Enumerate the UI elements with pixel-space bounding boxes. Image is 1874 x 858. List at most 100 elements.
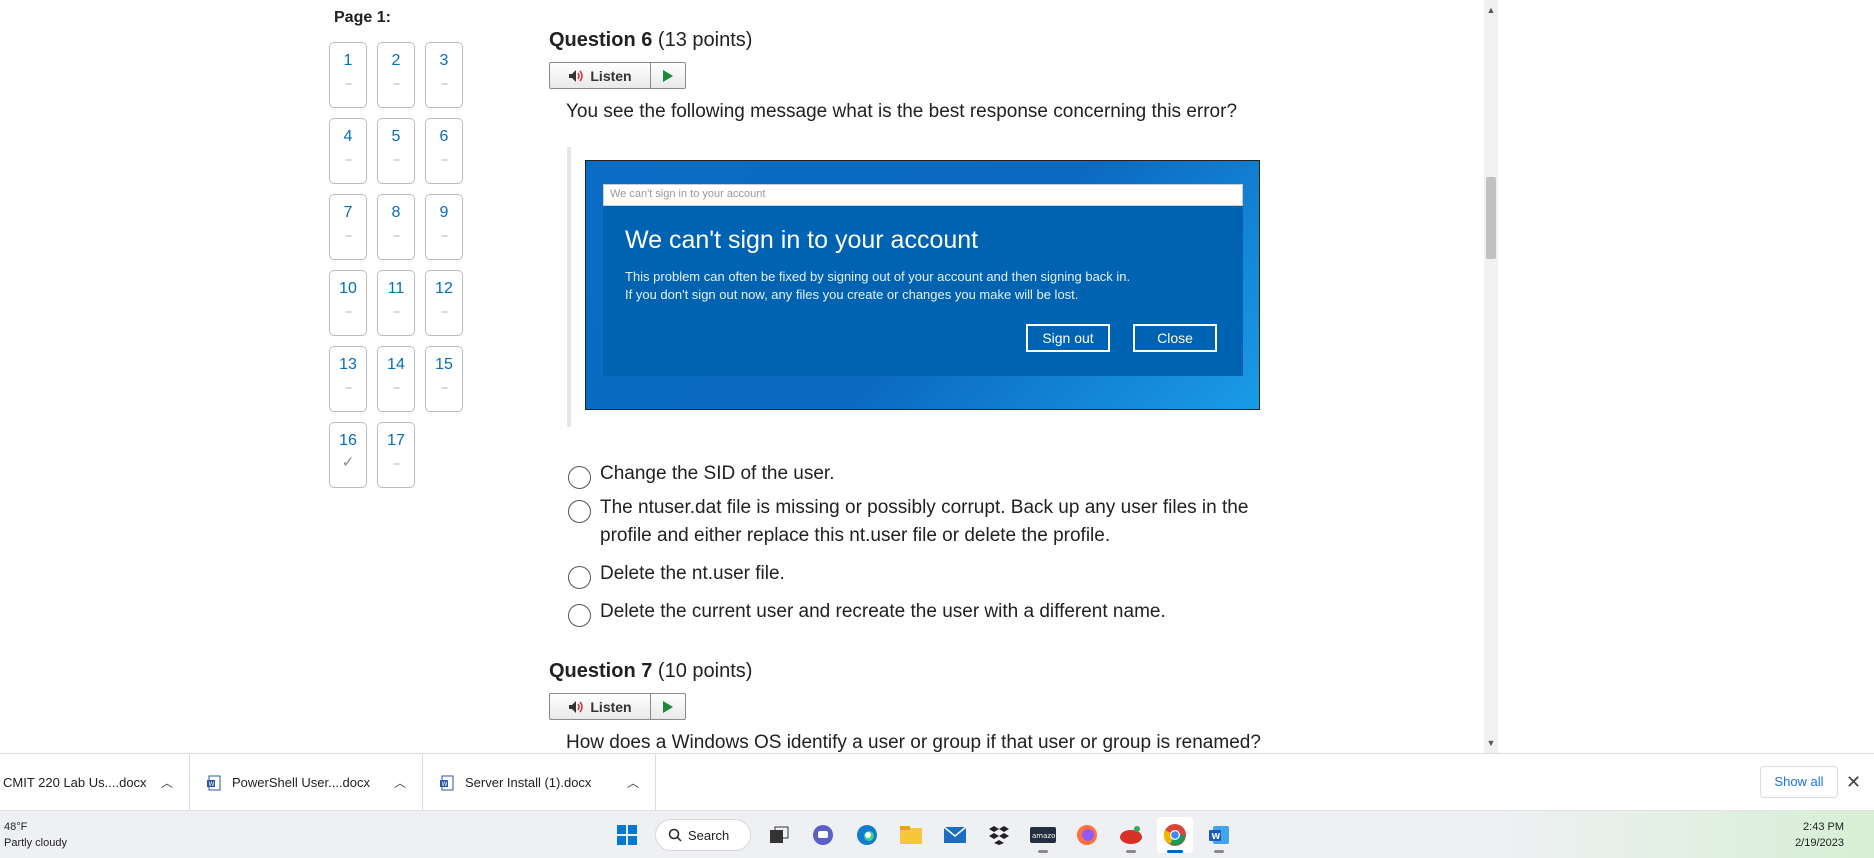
question-nav-item[interactable]: 17 --	[377, 422, 415, 488]
question-nav-item[interactable]: 6 --	[425, 118, 463, 184]
vertical-scrollbar[interactable]: ▲ ▼	[1484, 0, 1498, 753]
chevron-up-icon[interactable]: ︿	[394, 774, 406, 791]
word-doc-icon: W	[439, 775, 455, 791]
answer-radio[interactable]	[568, 566, 591, 589]
question-nav-item[interactable]: 4 --	[329, 118, 367, 184]
amazon-icon[interactable]: amazon	[1025, 817, 1061, 853]
question-nav-item[interactable]: 12 --	[425, 270, 463, 336]
question-nav-status: --	[345, 152, 352, 166]
listen-button[interactable]: Listen	[550, 694, 651, 719]
answer-option-text: Delete the nt.user file.	[600, 563, 785, 584]
listen-label: Listen	[590, 698, 632, 715]
question-nav-item[interactable]: 11 --	[377, 270, 415, 336]
question-nav-item[interactable]: 5 --	[377, 118, 415, 184]
close-icon[interactable]: ✕	[1846, 772, 1861, 793]
download-item-3[interactable]: W Server Install (1).docx ︿	[423, 754, 656, 811]
listen-button[interactable]: Listen	[550, 63, 651, 88]
scroll-up-icon[interactable]: ▲	[1484, 2, 1498, 18]
download-bar: CMIT 220 Lab Us....docx ︿ W PowerShell U…	[0, 753, 1874, 811]
weather-condition: Partly cloudy	[4, 837, 67, 849]
answer-radio[interactable]	[568, 604, 591, 627]
question-nav-item[interactable]: 3 --	[425, 42, 463, 108]
download-name: Server Install (1).docx	[465, 775, 592, 790]
question-nav-number: 13	[339, 356, 357, 373]
weather-temp: 48°F	[4, 821, 28, 833]
answer-option[interactable]: Delete the current user and recreate the…	[568, 598, 1280, 627]
clock[interactable]: 2:43 PM 2/19/2023	[1795, 819, 1844, 851]
question-nav-status: --	[345, 380, 352, 394]
play-icon	[663, 69, 673, 82]
answer-option-text: The ntuser.dat file is missing or possib…	[600, 497, 1249, 546]
question-nav-item[interactable]: 15 --	[425, 346, 463, 412]
listen-label: Listen	[590, 67, 632, 84]
question-nav-number: 5	[391, 128, 401, 145]
image-heading: We can't sign in to your account	[625, 226, 979, 254]
answer-radio[interactable]	[568, 466, 591, 489]
answer-radio[interactable]	[568, 500, 591, 523]
image-dialog: We can't sign in to your account This pr…	[603, 206, 1243, 376]
play-icon	[663, 700, 673, 713]
show-all-button[interactable]: Show all	[1760, 766, 1838, 798]
question-nav-status: --	[441, 76, 448, 90]
start-icon[interactable]	[609, 817, 645, 853]
answer-option[interactable]: Change the SID of the user.	[568, 460, 1280, 489]
question-7-title: Question 7	[549, 660, 653, 682]
search-label: Search	[688, 827, 730, 843]
clock-time: 2:43 PM	[1803, 821, 1844, 833]
question-nav-item[interactable]: 1 --	[329, 42, 367, 108]
firefox-icon[interactable]	[1069, 817, 1105, 853]
scroll-thumb[interactable]	[1486, 177, 1496, 259]
question-nav-number: 10	[339, 280, 357, 297]
question-nav-item[interactable]: 14 --	[377, 346, 415, 412]
answer-option[interactable]: The ntuser.dat file is missing or possib…	[568, 494, 1280, 550]
question-nav-status: --	[345, 228, 352, 242]
scroll-down-icon[interactable]: ▼	[1484, 735, 1498, 751]
svg-text:W: W	[209, 781, 215, 788]
question-nav-status: --	[441, 380, 448, 394]
edge-icon[interactable]	[849, 817, 885, 853]
taskbar-apps: Search amazon W	[605, 817, 1241, 853]
taskbar-search[interactable]: Search	[655, 819, 751, 851]
app-icon[interactable]	[1113, 817, 1149, 853]
answer-option[interactable]: Delete the nt.user file.	[568, 560, 1280, 589]
question-nav-item[interactable]: 10 --	[329, 270, 367, 336]
chevron-up-icon[interactable]: ︿	[161, 774, 173, 791]
question-nav-status: --	[393, 152, 400, 166]
image-body-line2: If you don't sign out now, any files you…	[625, 287, 1079, 302]
question-nav-item[interactable]: 2 --	[377, 42, 415, 108]
question-nav-item[interactable]: 9 --	[425, 194, 463, 260]
taskbar: 48°F Partly cloudy Search amazon W 2:43	[0, 810, 1874, 858]
question-6-heading: Question 6 (13 points)	[549, 29, 752, 52]
file-explorer-icon[interactable]	[893, 817, 929, 853]
question-nav-item[interactable]: 7 --	[329, 194, 367, 260]
question-nav-number: 15	[435, 356, 453, 373]
error-screenshot-image: We can't sign in to your account We can'…	[585, 160, 1260, 410]
task-view-icon[interactable]	[761, 817, 797, 853]
question-nav-number: 7	[343, 204, 353, 221]
download-item-1[interactable]: CMIT 220 Lab Us....docx ︿	[0, 754, 190, 811]
question-nav-number: 12	[435, 280, 453, 297]
dropbox-icon[interactable]	[981, 817, 1017, 853]
download-item-2[interactable]: W PowerShell User....docx ︿	[190, 754, 423, 811]
mail-icon[interactable]	[937, 817, 973, 853]
weather-widget[interactable]: 48°F Partly cloudy	[4, 819, 67, 851]
chrome-icon[interactable]	[1157, 817, 1193, 853]
page-label: Page 1:	[334, 9, 391, 26]
question-nav-item[interactable]: 13 --	[329, 346, 367, 412]
download-name: PowerShell User....docx	[232, 775, 371, 790]
question-6-points: (13 points)	[657, 29, 753, 51]
play-button[interactable]	[651, 694, 685, 719]
listen-control-q6: Listen	[549, 62, 686, 89]
answered-check-icon: ✓	[341, 454, 355, 471]
teams-chat-icon[interactable]	[805, 817, 841, 853]
question-nav-item[interactable]: 16 ✓	[329, 422, 367, 488]
word-icon[interactable]: W	[1201, 817, 1237, 853]
chevron-up-icon[interactable]: ︿	[627, 774, 639, 791]
question-nav-item[interactable]: 8 --	[377, 194, 415, 260]
image-close-button: Close	[1133, 324, 1217, 352]
question-nav-number: 2	[391, 52, 401, 69]
question-nav-number: 3	[439, 52, 449, 69]
play-button[interactable]	[651, 63, 685, 88]
app-window: Page 1: 1 -- 2 -- 3 -- 4 -- 5 -- 6 -- 7 -- 8 -- 9 -- 10 -- 1…	[0, 0, 1874, 858]
question-nav-number: 11	[387, 280, 405, 297]
